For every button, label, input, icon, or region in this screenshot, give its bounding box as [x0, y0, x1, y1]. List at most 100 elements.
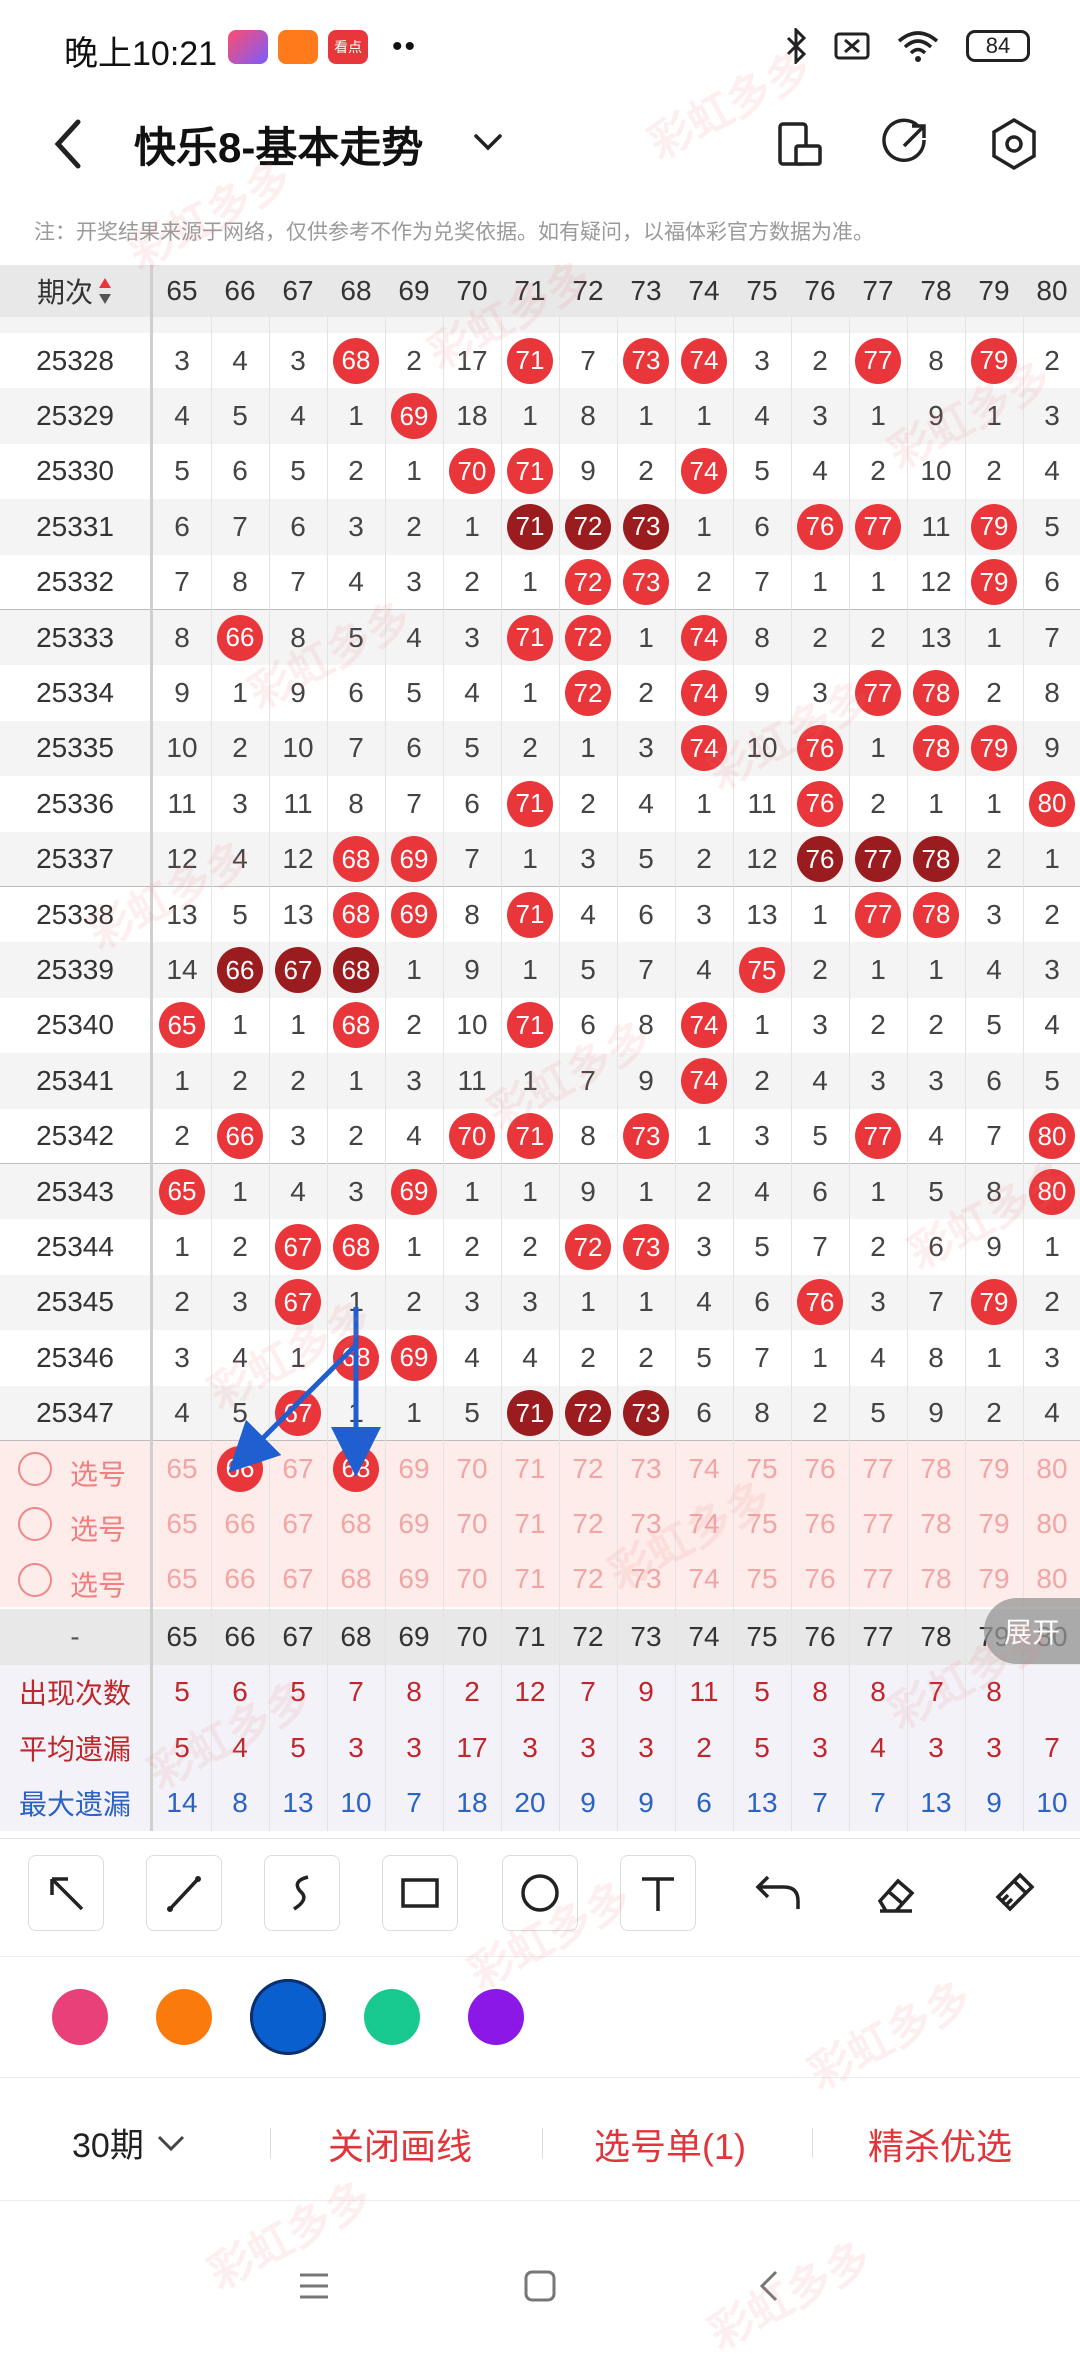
expand-button[interactable]: 展开: [984, 1598, 1080, 1664]
chevron-down-icon: [157, 2135, 184, 2151]
rect-tool-button[interactable]: [382, 1855, 458, 1931]
pick-number-67[interactable]: 67: [269, 1496, 327, 1551]
eraser-button[interactable]: [858, 1855, 934, 1931]
pick-number-74[interactable]: 74: [675, 1552, 733, 1607]
pick-number-70[interactable]: 70: [443, 1552, 501, 1607]
pick-number-66[interactable]: 66: [211, 1496, 269, 1551]
pick-number-67[interactable]: 67: [269, 1552, 327, 1607]
pick-number-65[interactable]: 65: [153, 1441, 211, 1496]
miss-count: 7: [638, 954, 654, 986]
pick-number-76[interactable]: 76: [791, 1441, 849, 1496]
pick-number-73[interactable]: 73: [617, 1441, 675, 1496]
pick-number-73[interactable]: 73: [617, 1552, 675, 1607]
pick-number-69[interactable]: 69: [385, 1496, 443, 1551]
pick-radio[interactable]: [18, 1562, 52, 1597]
draw-ball: 71: [507, 1390, 553, 1437]
pick-number-77[interactable]: 77: [849, 1441, 907, 1496]
pick-number-79[interactable]: 79: [965, 1441, 1023, 1496]
pick-number-74[interactable]: 74: [675, 1441, 733, 1496]
pick-number-76[interactable]: 76: [791, 1496, 849, 1551]
pick-number-69[interactable]: 69: [385, 1552, 443, 1607]
selected-pick-ball[interactable]: 68: [333, 1445, 379, 1492]
pick-number-66[interactable]: 66: [211, 1552, 269, 1607]
draw-ball: 68: [333, 1334, 379, 1381]
settings-hex-icon[interactable]: [986, 116, 1042, 172]
pick-number-70[interactable]: 70: [443, 1496, 501, 1551]
pick-number-72[interactable]: 72: [559, 1496, 617, 1551]
pick-number-75[interactable]: 75: [733, 1552, 791, 1607]
close-draw-button[interactable]: 关闭画线: [328, 2118, 472, 2170]
pick-number-71[interactable]: 71: [501, 1496, 559, 1551]
pick-list-button[interactable]: 选号单(1): [594, 2118, 746, 2170]
pick-number-78[interactable]: 78: [907, 1552, 965, 1607]
page-title[interactable]: 快乐8-基本走势: [134, 114, 423, 175]
pick-number-67[interactable]: 67: [269, 1441, 327, 1496]
pick-number-70[interactable]: 70: [443, 1441, 501, 1496]
color-swatch[interactable]: [364, 1989, 420, 2045]
pick-number-73[interactable]: 73: [617, 1496, 675, 1551]
pick-number-74[interactable]: 74: [675, 1496, 733, 1551]
miss-count: 4: [290, 400, 306, 432]
color-swatch[interactable]: [52, 1989, 108, 2045]
elite-pick-button[interactable]: 精杀优选: [868, 2118, 1012, 2170]
pick-number-72[interactable]: 72: [559, 1441, 617, 1496]
pick-number-69[interactable]: 69: [385, 1441, 443, 1496]
back-icon[interactable]: [46, 116, 96, 172]
pick-number-68[interactable]: 68: [327, 1441, 385, 1496]
stats-value: 13: [920, 1787, 952, 1819]
pick-number-68[interactable]: 68: [327, 1552, 385, 1607]
menu-icon[interactable]: [296, 2270, 332, 2302]
pick-number-80[interactable]: 80: [1023, 1441, 1080, 1496]
pick-number-68[interactable]: 68: [327, 1496, 385, 1551]
pick-number-78[interactable]: 78: [907, 1496, 965, 1551]
color-swatch[interactable]: [156, 1989, 212, 2045]
pick-number-65[interactable]: 65: [153, 1552, 211, 1607]
stats-column-75: 75: [746, 1620, 778, 1652]
issue-number: 25331: [36, 510, 114, 542]
pick-number-71[interactable]: 71: [501, 1441, 559, 1496]
miss-count: 4: [406, 621, 422, 653]
share-icon[interactable]: [878, 116, 934, 172]
line-tool-button[interactable]: [146, 1855, 222, 1931]
eraser-icon: [877, 1878, 915, 1913]
pick-number-76[interactable]: 76: [791, 1552, 849, 1607]
chevron-down-icon[interactable]: [470, 124, 506, 160]
pick-number-65[interactable]: 65: [153, 1496, 211, 1551]
period-select[interactable]: 30期: [72, 2118, 186, 2167]
selected-pick-ball[interactable]: 66: [217, 1445, 263, 1492]
pick-radio[interactable]: [18, 1452, 52, 1486]
miss-count: 4: [406, 1120, 422, 1152]
draw-ball: 73: [623, 1224, 669, 1271]
miss-count: 1: [522, 677, 538, 709]
issue-header[interactable]: 期次: [0, 265, 150, 317]
pick-number-79[interactable]: 79: [965, 1496, 1023, 1551]
color-swatch[interactable]: [250, 1979, 326, 2055]
screen-rotate-icon[interactable]: [772, 116, 828, 172]
text-tool-button[interactable]: [620, 1855, 696, 1931]
pick-number-78[interactable]: 78: [907, 1441, 965, 1496]
stats-column-69: 69: [398, 1620, 430, 1652]
home-icon[interactable]: [522, 2268, 558, 2304]
pick-number-72[interactable]: 72: [559, 1552, 617, 1607]
pick-number-77[interactable]: 77: [849, 1496, 907, 1551]
curve-tool-button[interactable]: [264, 1855, 340, 1931]
back-nav-icon[interactable]: [754, 2268, 784, 2304]
stats-value: 5: [174, 1676, 190, 1708]
circle-tool-button[interactable]: [502, 1855, 578, 1931]
draw-ball: 79: [971, 503, 1017, 550]
hit-cell: 65: [153, 1164, 211, 1219]
undo-button[interactable]: [740, 1855, 816, 1931]
pick-number-80[interactable]: 80: [1023, 1496, 1080, 1551]
pick-number-71[interactable]: 71: [501, 1552, 559, 1607]
miss-count: 1: [696, 510, 712, 542]
miss-count: 5: [754, 455, 770, 487]
pick-number-75[interactable]: 75: [733, 1441, 791, 1496]
pick-number-66[interactable]: 66: [211, 1441, 269, 1496]
pick-radio[interactable]: [18, 1507, 52, 1542]
pick-number-77[interactable]: 77: [849, 1552, 907, 1607]
color-swatch[interactable]: [468, 1989, 524, 2045]
arrow-tool-button[interactable]: [28, 1855, 104, 1931]
miss-count: 8: [464, 898, 480, 930]
clear-brush-button[interactable]: [976, 1855, 1052, 1931]
pick-number-75[interactable]: 75: [733, 1496, 791, 1551]
